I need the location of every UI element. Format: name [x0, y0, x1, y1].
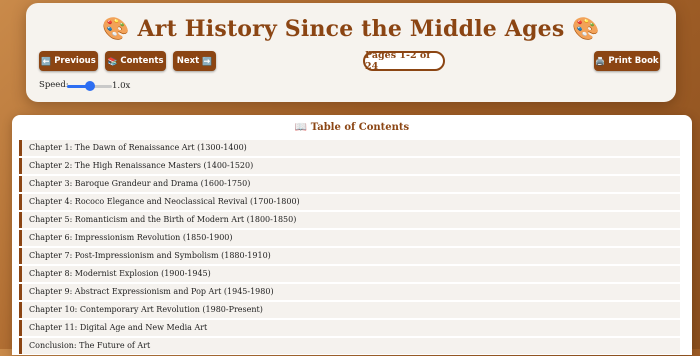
contents-label: Contents [120, 56, 164, 66]
next-label: Next [176, 56, 200, 66]
toc-item[interactable]: Chapter 2: The High Renaissance Masters … [19, 158, 680, 174]
toc-title: 📖 Table of Contents [294, 122, 410, 133]
page-indicator: Pages 1-2 of 24 [363, 50, 445, 72]
print-button[interactable]: 🖨️ Print Book [594, 51, 660, 71]
page-title: 🎨 Art History Since the Middle Ages 🎨 [102, 16, 600, 42]
contents-button[interactable]: 📚 Contents [105, 51, 166, 71]
books-icon: 📚 [107, 56, 118, 66]
toc-item[interactable]: Chapter 5: Romanticism and the Birth of … [19, 212, 680, 228]
toc-item[interactable]: Chapter 9: Abstract Expressionism and Po… [19, 284, 680, 300]
toc-item[interactable]: Chapter 6: Impressionism Revolution (185… [19, 230, 680, 246]
next-button[interactable]: Next ➡️ [173, 51, 216, 71]
toc-item[interactable]: Chapter 8: Modernist Explosion (1900-194… [19, 266, 680, 282]
table-of-contents: 📖 Table of Contents Chapter 1: The Dawn … [12, 115, 692, 355]
toc-item[interactable]: Chapter 7: Post-Impressionism and Symbol… [19, 248, 680, 264]
previous-button[interactable]: ⬅️ Previous [39, 51, 98, 71]
toc-item[interactable]: Conclusion: The Future of Art [19, 338, 680, 354]
toc-item[interactable]: Chapter 11: Digital Age and New Media Ar… [19, 320, 680, 336]
toc-list: Chapter 1: The Dawn of Renaissance Art (… [19, 140, 680, 356]
print-label: Print Book [608, 56, 659, 66]
speed-label: Speed: [39, 80, 69, 90]
header-panel: 🎨 Art History Since the Middle Ages 🎨 ⬅️… [26, 3, 676, 102]
printer-icon: 🖨️ [595, 56, 606, 66]
previous-label: Previous [54, 56, 96, 66]
speed-value: 1.0x [112, 81, 131, 91]
toc-item[interactable]: Chapter 1: The Dawn of Renaissance Art (… [19, 140, 680, 156]
toc-item[interactable]: Chapter 3: Baroque Grandeur and Drama (1… [19, 176, 680, 192]
speed-slider-thumb[interactable] [84, 81, 95, 91]
arrow-right-icon: ➡️ [202, 56, 213, 66]
arrow-left-icon: ⬅️ [41, 56, 52, 66]
toc-item[interactable]: Chapter 10: Contemporary Art Revolution … [19, 302, 680, 318]
toc-item[interactable]: Chapter 4: Rococo Elegance and Neoclassi… [19, 194, 680, 210]
